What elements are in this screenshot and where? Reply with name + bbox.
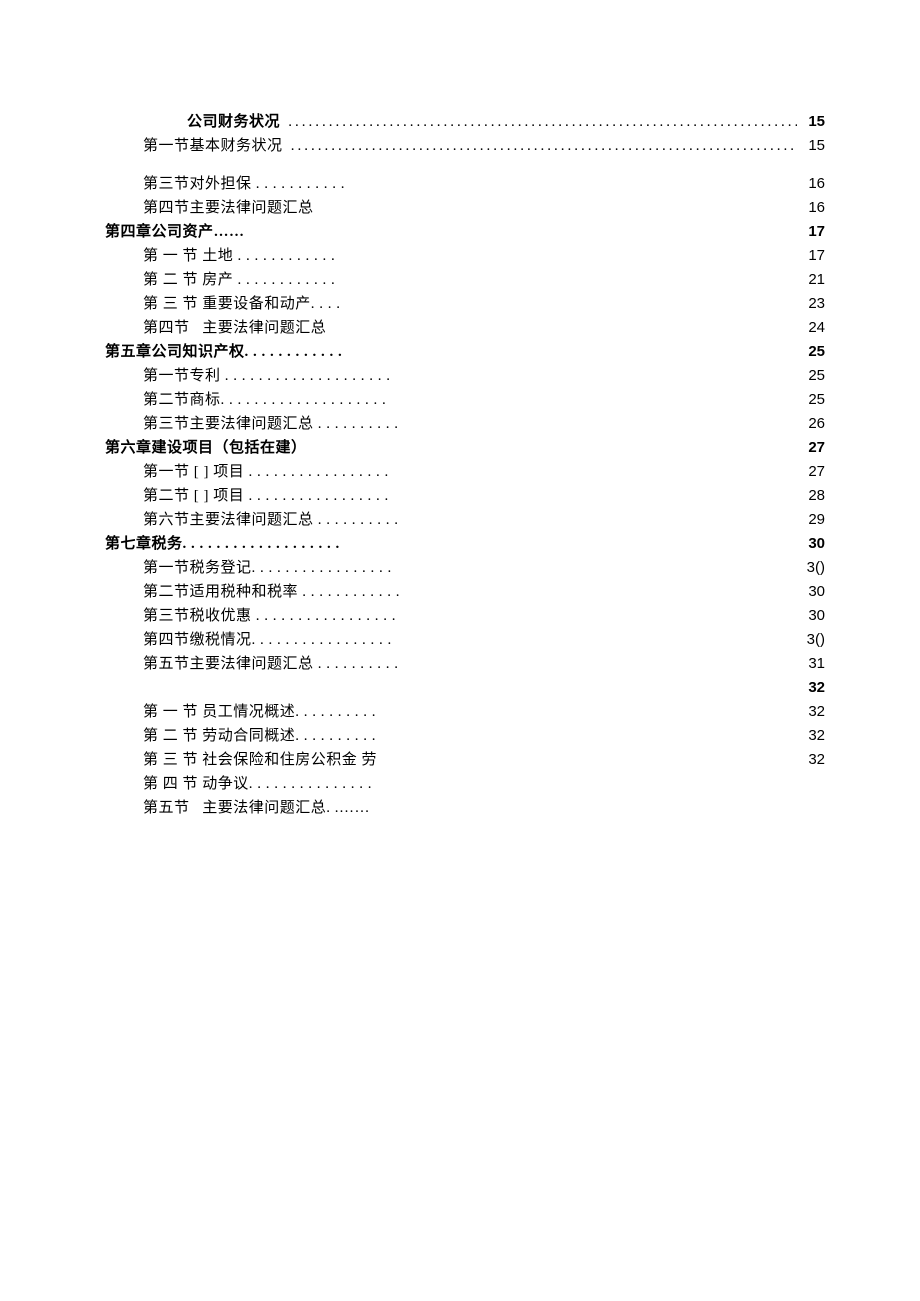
toc-entry-label: 第一节税务登记. . . . . . . . . . . . . . . . . <box>143 556 392 580</box>
toc-entry-page: 17 <box>797 244 825 268</box>
toc-entry-label: 第六节主要法律问题汇总 . . . . . . . . . . <box>143 508 399 532</box>
toc-entry-page: 3() <box>797 628 825 652</box>
toc-entry: 第六章建设项目（包括在建） 27 <box>105 436 825 460</box>
toc-entry-label: 第四节主要法律问题汇总 <box>143 196 314 220</box>
toc-entry-page: 23 <box>797 292 825 316</box>
toc-entry-label: 第五章公司知识产权. . . . . . . . . . . . <box>105 340 342 364</box>
toc-entry-label: 第四章公司资产…… <box>105 220 245 244</box>
toc-entry: 第 一 节 员工情况概述. . . . . . . . . . 32 <box>105 700 825 724</box>
toc-entry-label: 第三节主要法律问题汇总 . . . . . . . . . . <box>143 412 399 436</box>
toc-entry-page: 21 <box>797 268 825 292</box>
toc-entry: 第三节主要法律问题汇总 . . . . . . . . . . 26 <box>105 412 825 436</box>
toc-entry: 第四节主要法律问题汇总 16 <box>105 196 825 220</box>
toc-entry-page: 16 <box>797 172 825 196</box>
toc-entry-label: 第三节对外担保 . . . . . . . . . . . <box>143 172 345 196</box>
toc-entry-page: 29 <box>797 508 825 532</box>
toc-entry-page: 32 <box>797 700 825 724</box>
toc-entry: 第一节税务登记. . . . . . . . . . . . . . . . .… <box>105 556 825 580</box>
toc-entry-label: 第 二 节 房产 . . . . . . . . . . . . <box>143 268 335 292</box>
toc-leader <box>287 134 797 158</box>
toc-entry: 第四节缴税情况. . . . . . . . . . . . . . . . .… <box>105 628 825 652</box>
toc-entry: 第一节专利 . . . . . . . . . . . . . . . . . … <box>105 364 825 388</box>
toc-spacer <box>105 158 825 172</box>
toc-entry-label: 第 二 节 劳动合同概述. . . . . . . . . . <box>143 724 376 748</box>
toc-entry-page: 30 <box>797 532 825 556</box>
toc-entry: 第 四 节 动争议. . . . . . . . . . . . . . . <box>105 772 825 796</box>
toc-entry-page: 15 <box>797 134 825 158</box>
toc-entry-label: 第六章建设项目（包括在建） <box>105 436 307 460</box>
toc-entry: 第四章公司资产…… 17 <box>105 220 825 244</box>
toc-entry-label: 第二节适用税种和税率 . . . . . . . . . . . . <box>143 580 400 604</box>
toc-entry-page: 27 <box>797 436 825 460</box>
toc-entry-label: 第五节主要法律问题汇总 . . . . . . . . . . <box>143 652 399 676</box>
toc-entry-label: 第四节缴税情况. . . . . . . . . . . . . . . . . <box>143 628 392 652</box>
toc-entry: 第二节商标. . . . . . . . . . . . . . . . . .… <box>105 388 825 412</box>
toc-entry-page: 3() <box>797 556 825 580</box>
toc-entry-page: 25 <box>797 364 825 388</box>
toc-entry-page: 31 <box>797 652 825 676</box>
toc-entry: 第八章32 <box>105 676 825 700</box>
toc-entry-page: 32 <box>797 676 825 700</box>
toc-entry-page: 32 <box>797 748 825 772</box>
toc-entry-page: 17 <box>797 220 825 244</box>
toc-entry: 第 二 节 房产 . . . . . . . . . . . . 21 <box>105 268 825 292</box>
toc-entry: 第四节 主要法律问题汇总 24 <box>105 316 825 340</box>
toc-entry-page: 26 <box>797 412 825 436</box>
toc-entry: 第一节 [ ] 项目 . . . . . . . . . . . . . . .… <box>105 460 825 484</box>
toc-entry-label: 第二节 [ ] 项目 . . . . . . . . . . . . . . .… <box>143 484 389 508</box>
toc-entry: 第七章税务. . . . . . . . . . . . . . . . . .… <box>105 532 825 556</box>
toc-entry-page: 30 <box>797 580 825 604</box>
toc-entry-label: 第三节税收优惠 . . . . . . . . . . . . . . . . … <box>143 604 396 628</box>
toc-entry-label: 第一节基本财务状况 <box>143 134 287 158</box>
toc-entry: 公司财务状况 15 <box>105 110 825 134</box>
toc-entry-page: 15 <box>797 110 825 134</box>
toc-entry: 第五章公司知识产权. . . . . . . . . . . . 25 <box>105 340 825 364</box>
toc-entry: 第三节税收优惠 . . . . . . . . . . . . . . . . … <box>105 604 825 628</box>
toc-entry-page: 24 <box>797 316 825 340</box>
toc-leader <box>284 110 797 134</box>
toc-entry: 第五节主要法律问题汇总 . . . . . . . . . . 31 <box>105 652 825 676</box>
toc-entry-page: 28 <box>797 484 825 508</box>
toc-entry-label: 第二节商标. . . . . . . . . . . . . . . . . .… <box>143 388 386 412</box>
toc-entry-label: 第 三 节 社会保险和住房公积金 劳 <box>143 748 377 772</box>
toc-entry: 第六节主要法律问题汇总 . . . . . . . . . . 29 <box>105 508 825 532</box>
toc-entry-page: 16 <box>797 196 825 220</box>
toc-entry-label: 第一节专利 . . . . . . . . . . . . . . . . . … <box>143 364 391 388</box>
toc-entry: 第 二 节 劳动合同概述. . . . . . . . . . 32 <box>105 724 825 748</box>
toc-entry-page: 30 <box>797 604 825 628</box>
toc-entry: 第 一 节 土地 . . . . . . . . . . . . 17 <box>105 244 825 268</box>
toc-entry-label: 第 一 节 土地 . . . . . . . . . . . . <box>143 244 335 268</box>
toc-entry: 第 三 节 重要设备和动产. . . . 23 <box>105 292 825 316</box>
toc-entry: 第一节基本财务状况 15 <box>105 134 825 158</box>
toc-entry-label: 第 三 节 重要设备和动产. . . . <box>143 292 341 316</box>
toc-entry: 第二节适用税种和税率 . . . . . . . . . . . . 30 <box>105 580 825 604</box>
toc-entry-label: 公司财务状况 <box>187 110 284 134</box>
toc-entry: 第五节 主要法律问题汇总. .…… <box>105 796 825 820</box>
toc-entry-label: 第四节 主要法律问题汇总 <box>143 316 326 340</box>
toc-entry: 第三节对外担保 . . . . . . . . . . . 16 <box>105 172 825 196</box>
toc-entry-label: 第 一 节 员工情况概述. . . . . . . . . . <box>143 700 376 724</box>
toc-entry: 第 三 节 社会保险和住房公积金 劳 32 <box>105 748 825 772</box>
toc-entry-page: 25 <box>797 340 825 364</box>
toc-entry-label: 第 四 节 动争议. . . . . . . . . . . . . . . <box>143 772 372 796</box>
toc-entry-page: 27 <box>797 460 825 484</box>
toc-entry: 第二节 [ ] 项目 . . . . . . . . . . . . . . .… <box>105 484 825 508</box>
toc-entry-label: 第七章税务. . . . . . . . . . . . . . . . . .… <box>105 532 340 556</box>
toc-entry-page: 25 <box>797 388 825 412</box>
toc-entry-label: 第五节 主要法律问题汇总. .…… <box>143 796 370 820</box>
toc-entry-label: 第一节 [ ] 项目 . . . . . . . . . . . . . . .… <box>143 460 389 484</box>
toc-entry-page: 32 <box>797 724 825 748</box>
table-of-contents: 公司财务状况 15第一节基本财务状况 15第三节对外担保 . . . . . .… <box>105 110 825 820</box>
